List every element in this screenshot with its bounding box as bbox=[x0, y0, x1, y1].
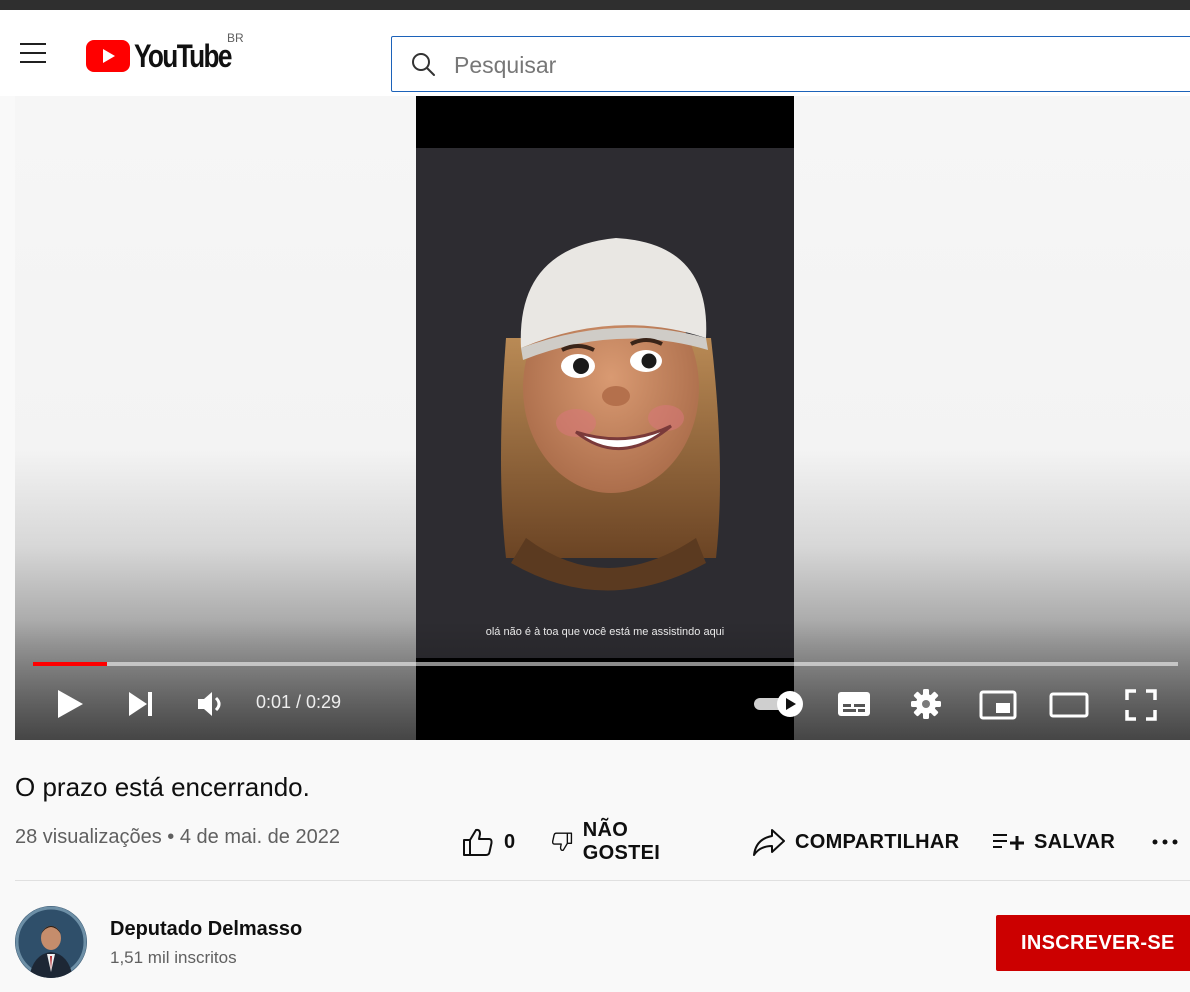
progress-bar[interactable] bbox=[33, 662, 1178, 666]
thumbs-up-icon bbox=[463, 828, 493, 856]
masthead: YouTube BR bbox=[0, 10, 1190, 96]
save-button[interactable]: SALVAR bbox=[992, 826, 1115, 858]
youtube-logo[interactable]: YouTube BR bbox=[86, 31, 256, 76]
more-horizontal-icon bbox=[1152, 839, 1178, 845]
subtitles-icon[interactable] bbox=[837, 690, 871, 718]
progress-played bbox=[33, 662, 108, 666]
video-title: O prazo está encerrando. bbox=[15, 772, 310, 802]
like-button[interactable]: 0 bbox=[462, 826, 515, 858]
top-border bbox=[0, 0, 1190, 10]
channel-avatar[interactable] bbox=[15, 906, 87, 978]
miniplayer-icon[interactable] bbox=[979, 690, 1017, 720]
search-box[interactable] bbox=[391, 36, 1190, 92]
autoplay-toggle-icon[interactable] bbox=[752, 690, 806, 718]
divider bbox=[15, 880, 1190, 881]
subscribe-button[interactable]: INSCREVER-SE bbox=[996, 915, 1190, 971]
volume-icon[interactable] bbox=[196, 690, 228, 718]
time-display: 0:01 / 0:29 bbox=[256, 692, 342, 712]
dislike-label: NÃO GOSTEI bbox=[582, 819, 661, 864]
menu-icon[interactable] bbox=[14, 36, 52, 70]
more-actions-button[interactable] bbox=[1152, 826, 1178, 858]
memoji-avatar-image bbox=[501, 238, 720, 591]
search-input[interactable] bbox=[452, 45, 1156, 85]
save-label: SALVAR bbox=[1034, 830, 1116, 853]
next-icon[interactable] bbox=[127, 690, 155, 718]
thumbs-down-icon bbox=[551, 832, 573, 851]
share-button[interactable]: COMPARTILHAR bbox=[752, 826, 959, 858]
add-to-playlist-icon bbox=[993, 834, 1024, 850]
like-count: 0 bbox=[504, 830, 516, 853]
channel-name[interactable]: Deputado Delmasso bbox=[110, 918, 302, 941]
play-icon[interactable] bbox=[55, 688, 85, 720]
logo-wordmark: YouTube bbox=[134, 38, 233, 74]
video-player[interactable]: olá não é à toa que você está me assisti… bbox=[15, 96, 1190, 740]
fullscreen-icon[interactable] bbox=[1125, 689, 1157, 721]
settings-gear-icon[interactable] bbox=[911, 689, 941, 719]
channel-avatar-image bbox=[15, 906, 87, 978]
video-content: olá não é à toa que você está me assisti… bbox=[416, 148, 794, 658]
share-label: COMPARTILHAR bbox=[795, 830, 960, 853]
share-arrow-icon bbox=[753, 829, 785, 856]
video-meta: 28 visualizações • 4 de mai. de 2022 bbox=[15, 826, 340, 848]
theater-mode-icon[interactable] bbox=[1049, 691, 1089, 719]
youtube-play-logo-icon bbox=[86, 40, 130, 72]
video-caption: olá não é à toa que você está me assisti… bbox=[485, 626, 725, 638]
search-icon bbox=[412, 53, 435, 76]
region-code: BR bbox=[227, 31, 244, 45]
dislike-button[interactable]: NÃO GOSTEI bbox=[551, 819, 670, 864]
subscriber-count: 1,51 mil inscritos bbox=[110, 948, 237, 967]
video-frame[interactable]: olá não é à toa que você está me assisti… bbox=[416, 96, 794, 740]
